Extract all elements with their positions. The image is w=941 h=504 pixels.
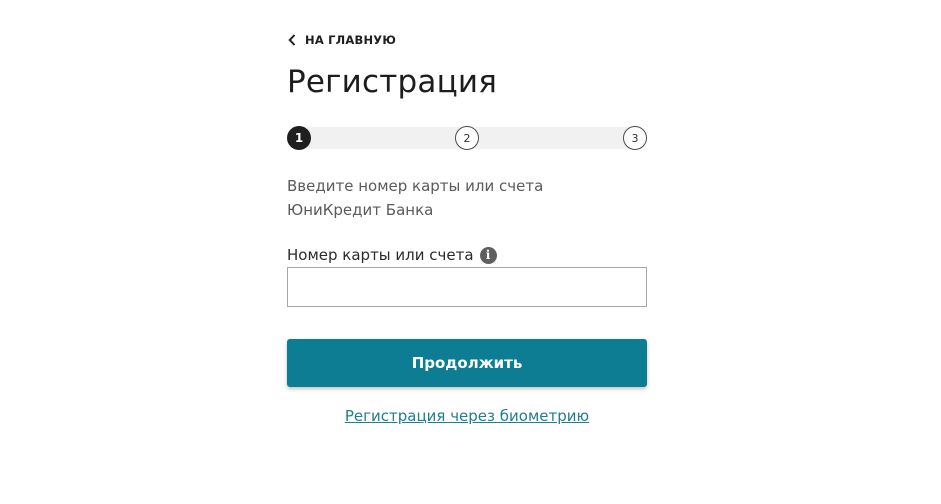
continue-button[interactable]: Продолжить: [287, 339, 647, 387]
step-1: 1: [287, 126, 311, 150]
info-icon[interactable]: i: [479, 246, 497, 264]
chevron-left-icon: [287, 33, 297, 47]
card-number-label: Номер карты или счета i: [287, 244, 497, 266]
page-title: Регистрация: [287, 64, 498, 100]
card-number-input[interactable]: [287, 267, 647, 307]
back-to-home-link[interactable]: НА ГЛАВНУЮ: [287, 32, 396, 48]
instructions-line-1: Введите номер карты или счета: [287, 177, 544, 195]
card-number-label-text: Номер карты или счета: [287, 246, 474, 264]
step-3: 3: [623, 126, 647, 150]
step-2: 2: [455, 126, 479, 150]
instructions-line-2: ЮниКредит Банка: [287, 201, 434, 219]
biometry-registration-link[interactable]: Регистрация через биометрию: [287, 405, 647, 427]
registration-stepper: 1 2 3: [287, 126, 647, 150]
back-link-label: НА ГЛАВНУЮ: [305, 33, 397, 47]
instructions-text: Введите номер карты или счета ЮниКредит …: [287, 174, 647, 222]
